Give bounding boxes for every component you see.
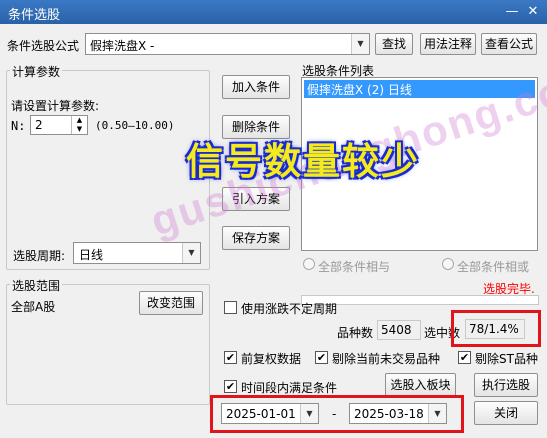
formula-value: 假摔洗盘X - bbox=[90, 39, 155, 53]
view-formula-button[interactable]: 查看公式 bbox=[481, 33, 537, 55]
volatile-period-label: 使用涨跌不定周期 bbox=[241, 302, 338, 316]
or-radio[interactable] bbox=[442, 258, 454, 270]
window-title: 条件选股 bbox=[8, 8, 61, 23]
scope-value: 全部A股 bbox=[11, 300, 56, 314]
title-bar: 条件选股 — ✕ bbox=[0, 0, 547, 24]
period-label: 选股周期: bbox=[13, 249, 66, 263]
scope-group-title: 选股范围 bbox=[10, 277, 63, 294]
exclude-st-label: 剔除ST品种 bbox=[475, 352, 538, 366]
search-button[interactable]: 查找 bbox=[375, 33, 413, 55]
exclude-untraded-label: 剔除当前未交易品种 bbox=[332, 352, 441, 366]
period-combo[interactable]: 日线 ▼ bbox=[73, 242, 201, 264]
minimize-icon[interactable]: — bbox=[503, 3, 521, 20]
params-prompt: 请设置计算参数: bbox=[11, 99, 100, 113]
add-to-sector-button[interactable]: 选股入板块 bbox=[385, 373, 456, 397]
save-scheme-button[interactable]: 保存方案 bbox=[222, 226, 290, 250]
formula-label: 条件选股公式 bbox=[7, 39, 80, 53]
n-stepper[interactable]: 2 ▲ ▼ bbox=[30, 115, 88, 135]
chevron-down-icon[interactable]: ▼ bbox=[182, 243, 200, 263]
stepper-up-icon[interactable]: ▲ bbox=[71, 116, 87, 125]
period-value: 日线 bbox=[79, 248, 104, 262]
change-scope-button[interactable]: 改变范围 bbox=[139, 291, 203, 315]
annotation-banner: 信号数量较少 bbox=[186, 140, 420, 183]
usage-notes-button[interactable]: 用法注释 bbox=[420, 33, 476, 55]
n-range: (0.50—10.00) bbox=[95, 119, 175, 132]
and-radio-label: 全部条件相与 bbox=[318, 260, 391, 274]
n-label: N: bbox=[11, 119, 26, 133]
close-icon[interactable]: ✕ bbox=[524, 3, 542, 20]
exclude-st-checkbox[interactable]: ✔ bbox=[458, 351, 471, 364]
count-value: 5408 bbox=[381, 323, 412, 337]
and-radio[interactable] bbox=[303, 258, 315, 270]
close-button[interactable]: 关闭 bbox=[474, 401, 538, 425]
or-radio-label: 全部条件相或 bbox=[457, 260, 530, 274]
chevron-down-icon[interactable]: ▼ bbox=[351, 34, 369, 54]
n-value: 2 bbox=[35, 118, 43, 132]
time-range-checkbox[interactable]: ✔ bbox=[224, 380, 237, 393]
stepper-down-icon[interactable]: ▼ bbox=[71, 125, 87, 134]
time-range-label: 时间段内满足条件 bbox=[241, 381, 338, 395]
date-range-highlight bbox=[210, 395, 464, 433]
run-selection-button[interactable]: 执行选股 bbox=[474, 373, 538, 397]
count-field: 5408 bbox=[377, 320, 421, 340]
formula-combo[interactable]: 假摔洗盘X - ▼ bbox=[85, 33, 370, 55]
count-label: 品种数 bbox=[337, 326, 374, 340]
forward-adjust-checkbox[interactable]: ✔ bbox=[224, 351, 237, 364]
volatile-period-checkbox[interactable] bbox=[224, 301, 237, 314]
exclude-untraded-checkbox[interactable]: ✔ bbox=[315, 351, 328, 364]
forward-adjust-label: 前复权数据 bbox=[241, 352, 302, 366]
selected-count-highlight bbox=[451, 310, 541, 347]
add-condition-button[interactable]: 加入条件 bbox=[222, 75, 290, 99]
params-group-title: 计算参数 bbox=[10, 63, 63, 80]
list-item-label: 假摔洗盘X (2) 日线 bbox=[307, 83, 412, 97]
